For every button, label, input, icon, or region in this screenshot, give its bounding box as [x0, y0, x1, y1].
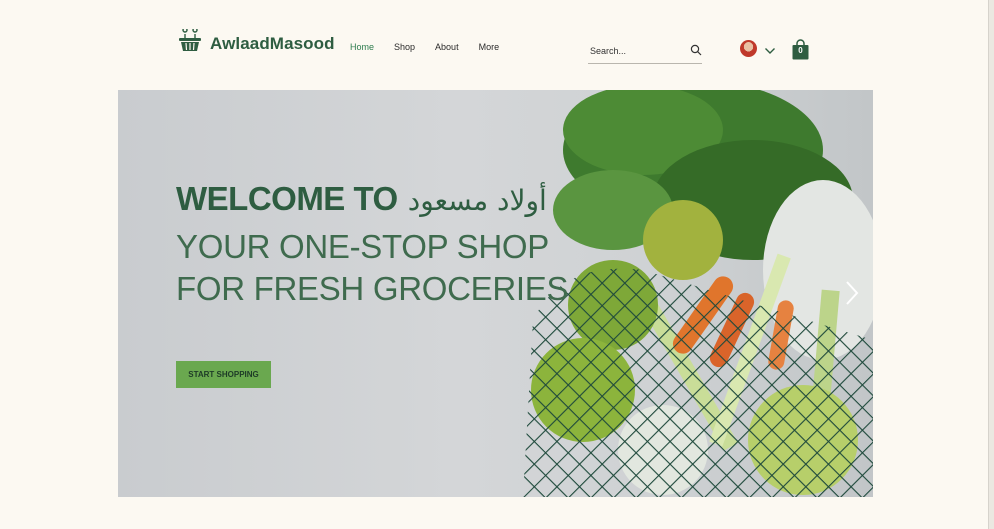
nav-shop[interactable]: Shop — [394, 42, 415, 52]
main-nav: Home Shop About More — [350, 42, 519, 52]
hero-banner: WELCOME TO أولاد مسعود YOUR ONE-STOP SHOP… — [118, 90, 873, 497]
search-bar — [588, 38, 702, 64]
cart-count-badge: 0 — [798, 46, 803, 55]
nav-about[interactable]: About — [435, 42, 459, 52]
search-input[interactable] — [588, 45, 682, 56]
avatar[interactable] — [740, 40, 757, 57]
basket-icon — [178, 27, 202, 58]
scrollbar[interactable] — [988, 0, 994, 529]
hero-headline-text: WELCOME TO — [176, 180, 398, 217]
cart-button[interactable]: 0 — [792, 39, 809, 65]
hero-headline: WELCOME TO أولاد مسعود — [176, 180, 547, 218]
chevron-right-icon[interactable] — [845, 280, 859, 311]
search-icon[interactable] — [690, 43, 702, 61]
hero-headline-arabic: أولاد مسعود — [407, 184, 548, 217]
nav-home[interactable]: Home — [350, 42, 374, 52]
chevron-down-icon[interactable] — [764, 43, 776, 61]
site-logo[interactable]: AwlaadMasood — [178, 27, 335, 58]
nav-more[interactable]: More — [479, 42, 500, 52]
brand-name: AwlaadMasood — [210, 33, 335, 53]
hero-subheadline: YOUR ONE-STOP SHOP FOR FRESH GROCERIES — [176, 228, 569, 307]
start-shopping-button[interactable]: START SHOPPING — [176, 361, 271, 388]
